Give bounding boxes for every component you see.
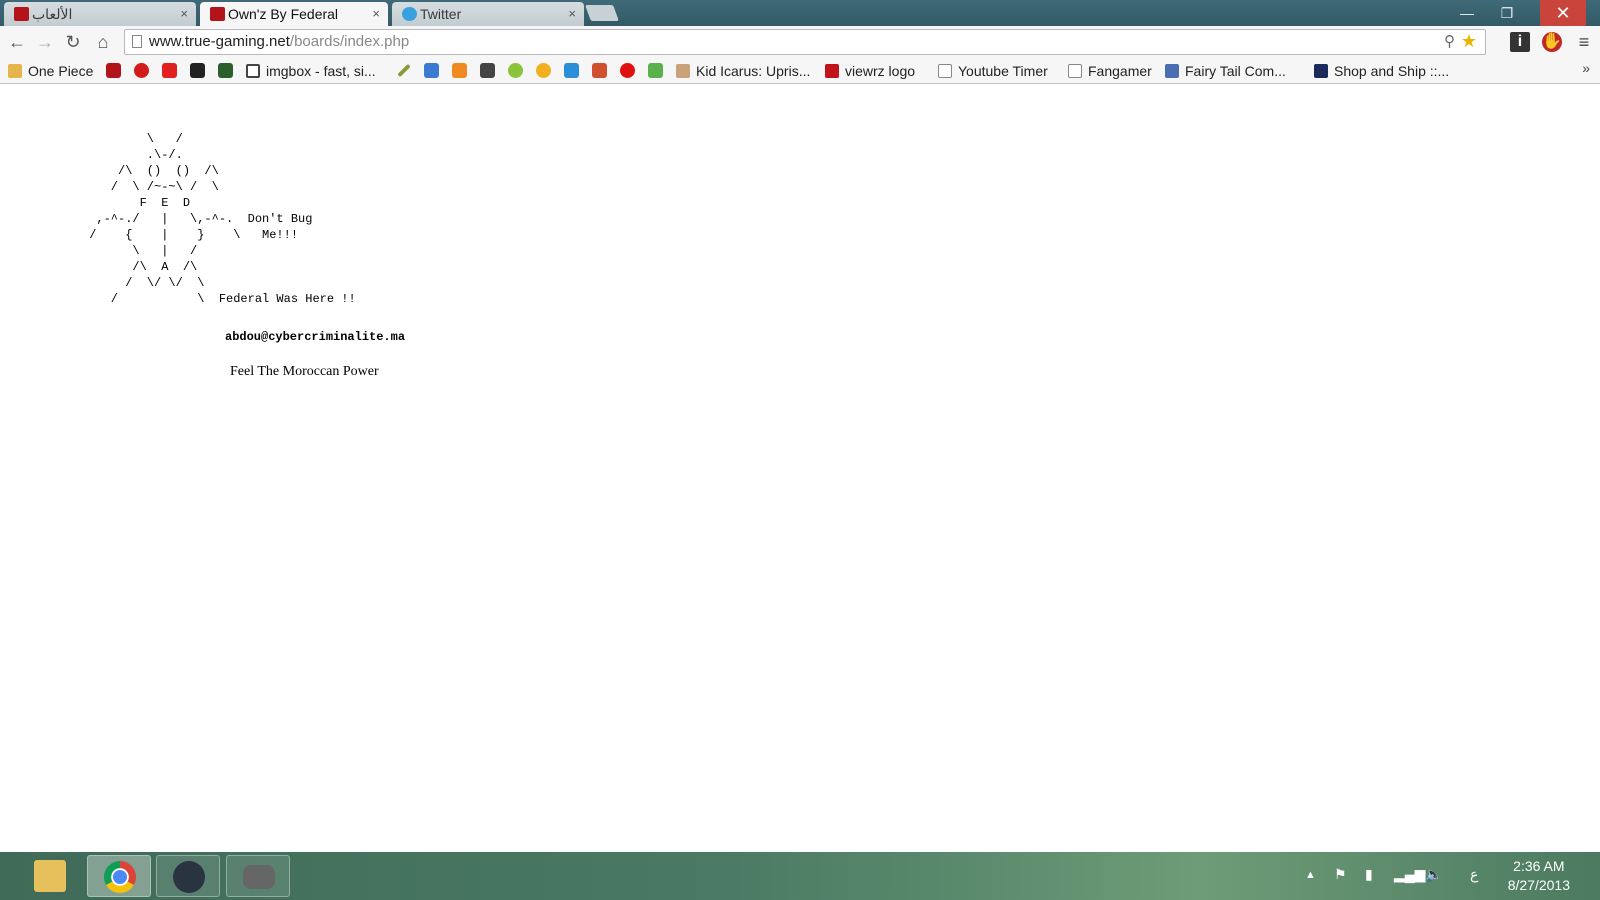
folder-icon	[34, 860, 66, 892]
steam-taskbar-button[interactable]	[156, 855, 220, 897]
url-path: /boards/index.php	[289, 33, 410, 50]
true-gaming-favicon-icon	[14, 7, 29, 21]
bookmark-label: viewrz logo	[845, 63, 916, 79]
bookmark-one-piece[interactable]: One Piece	[8, 62, 93, 80]
clock-date: 8/27/2013	[1507, 877, 1570, 893]
volume-icon[interactable]: 🔈	[1425, 866, 1442, 883]
tab-twitter[interactable]: Twitter ×	[392, 2, 584, 26]
bookmark-imgbox[interactable]: imgbox - fast, si...	[246, 62, 376, 80]
tab-title: الألعاب	[32, 6, 73, 22]
info-extension-icon[interactable]: i	[1510, 32, 1530, 52]
reload-icon[interactable]: ↻	[61, 30, 85, 54]
page-content: \ / .\-/. /\ () () /\ / \ /~-~\ / \ F E …	[0, 85, 1600, 852]
xbox-bookmark-icon[interactable]	[648, 63, 663, 78]
url-host: www.true-gaming.net	[149, 33, 290, 50]
action-center-flag-icon[interactable]: ⚑	[1334, 866, 1347, 883]
zoom-magnifier-icon[interactable]: ⚲	[1444, 30, 1455, 54]
bookmark-viewrz-logo[interactable]: viewrz logo	[825, 62, 915, 80]
tab-title: Twitter	[420, 6, 462, 22]
back-arrow-icon[interactable]: ←	[5, 30, 29, 54]
bookmark-fangamer[interactable]: Fangamer	[1068, 62, 1152, 80]
ascii-art: \ / .\-/. /\ () () /\ / \ /~-~\ / \ F E …	[89, 132, 356, 306]
tab-strip: الألعاب × Own'z By Federal × Twitter × —…	[0, 0, 1600, 26]
windows-taskbar: ▲ ⚑ ▮ ▂▄▆ 🔈 ع 2:36 AM 8/27/2013	[0, 852, 1600, 900]
gamepad-icon	[243, 865, 275, 889]
pokeball-bookmark-icon[interactable]	[134, 63, 149, 78]
bookmark-label: One Piece	[28, 63, 94, 79]
page-icon	[938, 64, 952, 78]
ring-bookmark-icon[interactable]	[508, 63, 523, 78]
contact-email: abdou@cybercriminalite.ma	[225, 330, 406, 344]
tab-ownz-by-federal[interactable]: Own'z By Federal ×	[200, 2, 388, 26]
viewrz-icon	[825, 64, 839, 78]
minimize-icon[interactable]: —	[1450, 0, 1484, 26]
chrome-taskbar-button[interactable]	[87, 855, 151, 897]
bookmarks-bar: One Piece imgbox - fast, si... Kid Icaru…	[0, 58, 1600, 84]
kid-icarus-icon	[676, 64, 690, 78]
folder-icon	[8, 64, 22, 78]
bookmark-label: Youtube Timer	[958, 63, 1048, 79]
bookmark-fairy-tail[interactable]: Fairy Tail Com...	[1165, 62, 1286, 80]
pencil-icon	[1165, 64, 1179, 78]
clock-time: 2:36 AM	[1513, 858, 1565, 874]
window-close-icon[interactable]: ✕	[1540, 0, 1586, 26]
battery-icon[interactable]: ▮	[1365, 866, 1373, 883]
file-explorer-button[interactable]	[18, 855, 82, 897]
language-indicator[interactable]: ع	[1470, 866, 1478, 883]
youtube-bookmark-icon[interactable]	[162, 63, 177, 78]
bookmark-label: Fangamer	[1088, 63, 1152, 79]
tab-close-icon[interactable]: ×	[180, 2, 188, 26]
bookmark-label: Kid Icarus: Upris...	[696, 63, 811, 79]
new-tab-button[interactable]	[585, 5, 619, 21]
bookmark-kid-icarus[interactable]: Kid Icarus: Upris...	[676, 62, 810, 80]
twitter-bird-icon	[402, 7, 417, 21]
green-bookmark-icon[interactable]	[218, 63, 233, 78]
bookmark-label: Fairy Tail Com...	[1185, 63, 1286, 79]
bookmark-shop-and-ship[interactable]: Shop and Ship ::...	[1314, 62, 1449, 80]
bookmark-label: imgbox - fast, si...	[266, 63, 376, 79]
tagline: Feel The Moroccan Power	[230, 364, 379, 379]
shopandship-icon	[1314, 64, 1328, 78]
cart-bookmark-icon[interactable]	[564, 63, 579, 78]
red-ball-bookmark-icon[interactable]	[620, 63, 635, 78]
dark-bookmark-icon[interactable]	[190, 63, 205, 78]
pen-bookmark-icon[interactable]	[397, 63, 411, 78]
adblock-extension-icon[interactable]: ✋	[1542, 32, 1562, 52]
imgbox-icon	[246, 64, 260, 78]
browser-toolbar: ← → ↻ ⌂ www.true-gaming.net/boards/index…	[0, 26, 1600, 58]
true-gaming-favicon-icon	[210, 7, 225, 21]
signal-bars-icon[interactable]: ▂▄▆	[1394, 866, 1425, 883]
chrome-icon	[104, 861, 136, 893]
menu-icon[interactable]: ≡	[1574, 32, 1594, 52]
page-icon	[1068, 64, 1082, 78]
forward-arrow-icon[interactable]: →	[33, 30, 57, 54]
tray-overflow-icon[interactable]: ▲	[1305, 869, 1316, 881]
translate-bookmark-icon[interactable]	[424, 63, 439, 78]
system-clock[interactable]: 2:36 AM 8/27/2013	[1508, 857, 1570, 895]
restore-icon[interactable]: ❐	[1490, 0, 1524, 26]
bookmark-label: Shop and Ship ::...	[1334, 63, 1450, 79]
red-bookmark-icon[interactable]	[592, 63, 607, 78]
true-gaming-bookmark-icon[interactable]	[106, 63, 121, 78]
address-bar[interactable]: www.true-gaming.net/boards/index.php ⚲ ★	[124, 29, 1486, 55]
steam-icon	[173, 861, 205, 893]
page-icon	[132, 35, 142, 48]
tab-title: Own'z By Federal	[228, 6, 339, 22]
tab-games[interactable]: الألعاب ×	[4, 2, 196, 26]
bookmark-star-icon[interactable]: ★	[1461, 29, 1477, 53]
gamepad-taskbar-button[interactable]	[226, 855, 290, 897]
home-icon[interactable]: ⌂	[91, 30, 115, 54]
orange-bookmark-icon[interactable]	[536, 63, 551, 78]
bookmark-youtube-timer[interactable]: Youtube Timer	[938, 62, 1048, 80]
tab-close-icon[interactable]: ×	[568, 2, 576, 26]
bookmarks-overflow-icon[interactable]: »	[1582, 60, 1590, 76]
briefcase-bookmark-icon[interactable]	[480, 63, 495, 78]
bitly-bookmark-icon[interactable]	[452, 63, 467, 78]
tab-close-icon[interactable]: ×	[372, 2, 380, 26]
